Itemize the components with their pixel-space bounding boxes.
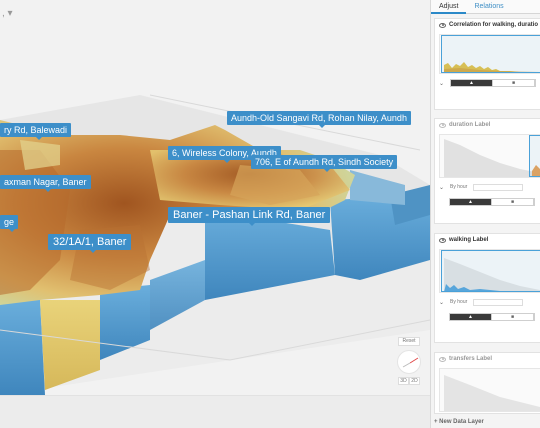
map-label-sindh-society[interactable]: 706, E of Aundh Rd, Sindh Society: [251, 155, 398, 172]
layer-card-transfers: transfers Label: [434, 352, 540, 414]
visibility-eye-icon[interactable]: [439, 122, 446, 128]
chart-type-bar-button[interactable]: ■: [493, 80, 536, 86]
view-3d-button[interactable]: 3D: [398, 377, 409, 385]
view-2d-button[interactable]: 2D: [409, 377, 420, 385]
new-data-layer-button[interactable]: + New Data Layer: [434, 419, 484, 425]
chart-type-area-button[interactable]: ▲: [450, 314, 492, 320]
histogram-selection[interactable]: [441, 35, 540, 73]
chart-type-bar-button[interactable]: ■: [492, 199, 534, 205]
histogram-bars: [444, 375, 540, 411]
map-label-laxman-nagar[interactable]: axman Nagar, Baner: [0, 175, 91, 192]
histogram[interactable]: [439, 249, 540, 293]
group-by-label: By hour: [450, 299, 468, 305]
chart-type-toggle: ▲ ■: [449, 313, 535, 321]
histogram[interactable]: [439, 368, 540, 412]
map-label-baner-pashan[interactable]: Baner - Pashan Link Rd, Baner: [168, 207, 331, 226]
map-bottom-strip: [0, 395, 430, 428]
histogram[interactable]: [439, 134, 540, 178]
histogram[interactable]: [439, 34, 540, 74]
layer-panel: Adjust Relations Correlation for walking…: [430, 0, 540, 428]
group-by-select[interactable]: [473, 298, 524, 306]
map-viewport[interactable]: , ▾ ry Rd, Balewadi Aundh-Old Sangavi Rd…: [0, 0, 430, 395]
panel-tabs: Adjust Relations: [431, 0, 540, 14]
compass-control[interactable]: [397, 350, 421, 374]
map-options-control[interactable]: , ▾: [2, 8, 13, 19]
chart-type-area-button[interactable]: ▲: [451, 80, 494, 86]
reset-view-button[interactable]: Reset: [398, 337, 420, 346]
chevron-down-icon[interactable]: ⌄: [439, 80, 444, 87]
layer-title: transfers Label: [449, 356, 493, 362]
layer-title: duration Label: [449, 122, 491, 128]
layer-title: Correlation for walking, duratio: [449, 22, 539, 28]
layer-title: walking Label: [449, 237, 489, 243]
chevron-down-icon[interactable]: ⌄: [439, 299, 444, 306]
visibility-eye-icon[interactable]: [439, 22, 446, 28]
chart-type-area-button[interactable]: ▲: [450, 199, 492, 205]
layer-card-duration: duration Label ⌄ By hour ▲ ■: [434, 118, 540, 224]
map-label-baner-321a1[interactable]: 32/1A/1, Baner: [48, 234, 132, 253]
tab-adjust[interactable]: Adjust: [431, 0, 467, 14]
layer-card-correlation: Correlation for walking, duratio ⌄ ▲ ■: [434, 18, 540, 110]
chart-type-toggle: ▲ ■: [450, 79, 537, 87]
view-mode-toggle: 3D 2D: [398, 377, 420, 385]
app-root: , ▾ ry Rd, Balewadi Aundh-Old Sangavi Rd…: [0, 0, 540, 428]
visibility-eye-icon[interactable]: [439, 356, 446, 362]
histogram-bars: [444, 139, 540, 177]
chevron-down-icon[interactable]: ⌄: [439, 184, 444, 191]
compass-needle-icon: [402, 357, 419, 368]
map-label-ge[interactable]: ge: [0, 215, 19, 232]
chart-type-bar-button[interactable]: ■: [492, 314, 534, 320]
terrain-render: [0, 94, 430, 395]
group-by-select[interactable]: [473, 183, 524, 191]
histogram-selection[interactable]: [441, 250, 540, 292]
map-label-balewadi[interactable]: ry Rd, Balewadi: [0, 123, 72, 140]
histogram-selection[interactable]: [529, 135, 540, 177]
group-by-label: By hour: [450, 184, 468, 190]
layer-card-walking: walking Label ⌄ By hour ▲ ■: [434, 233, 540, 343]
visibility-eye-icon[interactable]: [439, 237, 446, 243]
map-label-aundh-old-sangavi[interactable]: Aundh-Old Sangavi Rd, Rohan Nilay, Aundh: [227, 111, 411, 128]
chart-type-toggle: ▲ ■: [449, 198, 535, 206]
tab-relations[interactable]: Relations: [466, 0, 511, 14]
